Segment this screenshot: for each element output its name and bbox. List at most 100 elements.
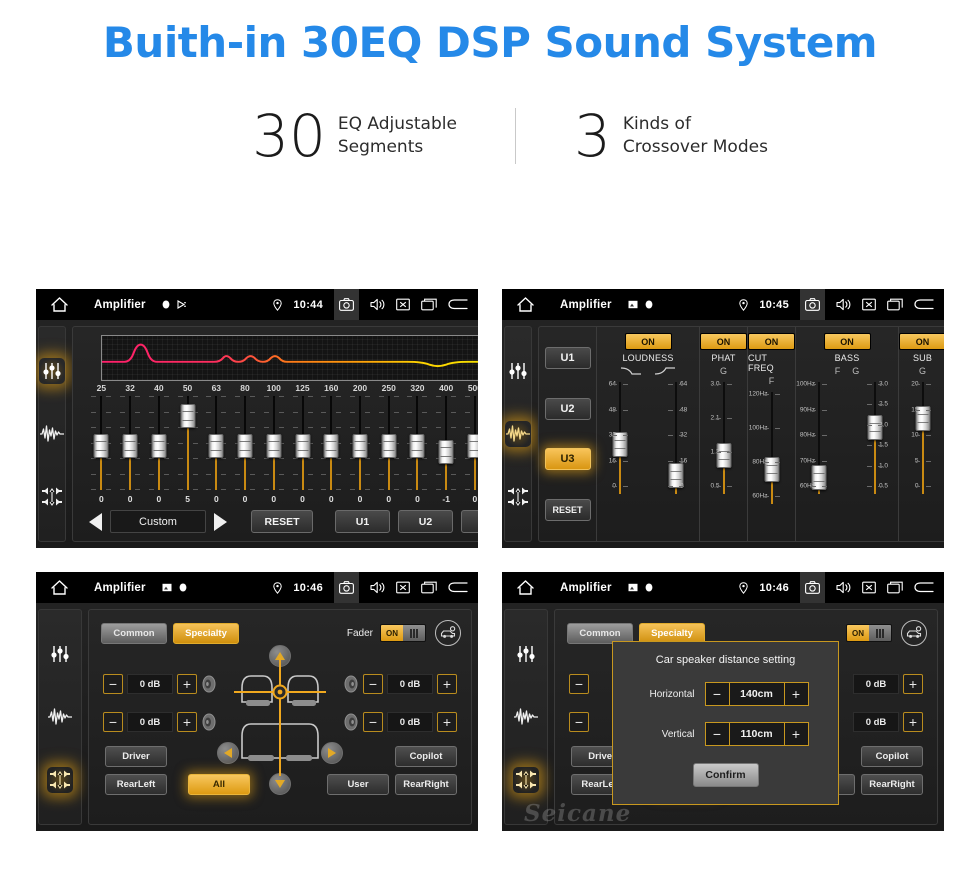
tab-specialty[interactable]: Specialty [173, 622, 239, 644]
crossover-slider[interactable]: 100Hz 90Hz 80Hz 70Hz 60Hz [796, 378, 842, 496]
eq-slider-knob[interactable] [151, 434, 167, 458]
crossover-preset-reset-button[interactable]: RESET [544, 498, 591, 521]
gain-minus-button[interactable]: − [569, 712, 589, 732]
home-icon[interactable] [512, 580, 538, 595]
crossover-on-button[interactable]: ON [700, 333, 747, 350]
sidebar-item-equalizer[interactable] [39, 357, 65, 384]
eq-reset-button[interactable]: RESET [251, 510, 313, 533]
crossover-preset-u3-button[interactable]: U3 [544, 448, 591, 471]
sidebar-item-balance[interactable] [505, 484, 531, 510]
sidebar-item-balance[interactable] [39, 484, 65, 510]
crossover-preset-u1-button[interactable]: U1 [544, 347, 591, 370]
fader-toggle[interactable]: ON [846, 624, 892, 642]
sidebar-item-waveform[interactable] [505, 420, 531, 447]
gain-minus-button[interactable]: − [363, 674, 383, 694]
horizontal-minus-button[interactable]: − [706, 683, 730, 705]
sidebar-item-balance[interactable] [513, 767, 539, 794]
recents-icon[interactable] [421, 298, 437, 311]
sidebar-item-waveform[interactable] [513, 704, 539, 730]
eq-slider-knob[interactable] [122, 434, 138, 458]
eq-preset-u3-button[interactable]: U3 [461, 510, 478, 533]
home-icon[interactable] [512, 297, 538, 312]
car-settings-button[interactable] [901, 620, 927, 646]
car-settings-button[interactable] [435, 620, 461, 646]
gain-plus-button[interactable]: + [177, 712, 197, 732]
gain-plus-button[interactable]: + [437, 674, 457, 694]
crossover-on-button[interactable]: ON [823, 333, 871, 350]
preset-user-button[interactable]: User [327, 774, 389, 795]
eq-slider-63[interactable] [202, 396, 231, 493]
eq-slider-40[interactable] [144, 396, 173, 493]
eq-slider-25[interactable] [87, 396, 116, 493]
sidebar-item-equalizer[interactable] [47, 641, 73, 667]
eq-slider-knob[interactable] [467, 434, 478, 458]
preset-all-button[interactable]: All [188, 774, 250, 795]
eq-slider-80[interactable] [231, 396, 260, 493]
preset-copilot-button[interactable]: Copilot [861, 746, 923, 767]
eq-slider-320[interactable] [403, 396, 432, 493]
camera-icon[interactable] [800, 572, 825, 603]
volume-icon[interactable] [836, 581, 851, 594]
eq-slider-100[interactable] [259, 396, 288, 493]
tab-common[interactable]: Common [101, 622, 167, 644]
close-box-icon[interactable] [862, 298, 876, 311]
vertical-minus-button[interactable]: − [706, 723, 730, 745]
close-box-icon[interactable] [396, 581, 410, 594]
gain-minus-button[interactable]: − [363, 712, 383, 732]
sidebar-item-equalizer[interactable] [505, 358, 531, 384]
recents-icon[interactable] [421, 581, 437, 594]
crossover-on-button[interactable]: ON [748, 333, 795, 350]
triangle-left-icon[interactable] [89, 512, 102, 531]
back-arrow-icon[interactable] [448, 581, 468, 594]
volume-icon[interactable] [370, 298, 385, 311]
home-icon[interactable] [46, 580, 72, 595]
eq-slider-200[interactable] [346, 396, 375, 493]
volume-icon[interactable] [836, 298, 851, 311]
preset-rearright-button[interactable]: RearRight [861, 774, 923, 795]
eq-slider-125[interactable] [288, 396, 317, 493]
eq-slider-knob[interactable] [180, 404, 196, 428]
crossover-slider[interactable]: 644832160 [597, 378, 643, 496]
gain-minus-button[interactable]: − [103, 712, 123, 732]
back-arrow-icon[interactable] [448, 298, 468, 311]
sidebar-item-balance[interactable] [47, 767, 73, 794]
car-seat-diagram[interactable] [234, 658, 326, 776]
preset-rearright-button[interactable]: RearRight [395, 774, 457, 795]
triangle-right-icon[interactable] [214, 512, 227, 531]
gain-minus-button[interactable]: − [569, 674, 589, 694]
crossover-preset-u2-button[interactable]: U2 [544, 397, 591, 420]
eq-slider-160[interactable] [317, 396, 346, 493]
crossover-on-button[interactable]: ON [899, 333, 944, 350]
preset-rearleft-button[interactable]: RearLeft [105, 774, 167, 795]
camera-icon[interactable] [800, 289, 825, 320]
eq-slider-50[interactable] [173, 396, 202, 493]
eq-slider-400[interactable] [432, 396, 461, 493]
vertical-stepper[interactable]: − 110cm + [704, 722, 809, 746]
camera-icon[interactable] [334, 289, 359, 320]
horizontal-plus-button[interactable]: + [783, 683, 808, 705]
eq-slider-250[interactable] [374, 396, 403, 493]
preset-copilot-button[interactable]: Copilot [395, 746, 457, 767]
gain-plus-button[interactable]: + [903, 674, 923, 694]
eq-slider-knob[interactable] [295, 434, 310, 458]
close-box-icon[interactable] [862, 581, 876, 594]
recents-icon[interactable] [887, 298, 903, 311]
eq-slider-32[interactable] [116, 396, 145, 493]
eq-slider-knob[interactable] [266, 434, 282, 458]
eq-slider-knob[interactable] [323, 434, 339, 458]
eq-slider-knob[interactable] [409, 434, 425, 458]
vertical-plus-button[interactable]: + [783, 723, 808, 745]
sidebar-item-equalizer[interactable] [513, 641, 539, 667]
nav-down-button[interactable] [269, 773, 291, 795]
eq-slider-knob[interactable] [352, 434, 368, 458]
eq-preset-display[interactable]: Custom [110, 510, 206, 533]
gain-plus-button[interactable]: + [437, 712, 457, 732]
eq-slider-knob[interactable] [381, 434, 397, 458]
close-box-icon[interactable] [396, 298, 410, 311]
eq-slider-500[interactable] [461, 396, 478, 493]
eq-preset-u2-button[interactable]: U2 [398, 510, 453, 533]
sidebar-item-waveform[interactable] [39, 421, 65, 447]
home-icon[interactable] [46, 297, 72, 312]
crossover-slider[interactable]: 20151050 [900, 378, 945, 496]
eq-slider-knob[interactable] [208, 434, 224, 458]
